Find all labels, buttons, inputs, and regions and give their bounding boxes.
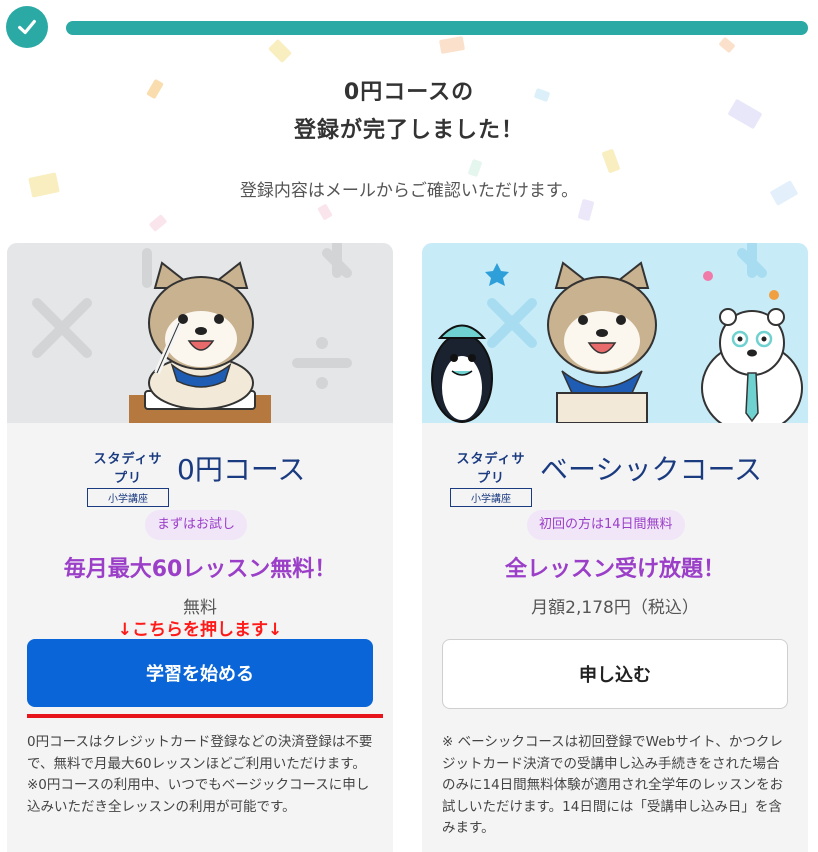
course-note: 0円コースはクレジットカード登録などの決済登録は不要で、無料で月最大60レッスン… — [27, 732, 377, 818]
course-price: 月額2,178円（税込） — [531, 598, 699, 618]
trial-badge: まずはお試し — [145, 510, 248, 540]
confetti — [438, 36, 466, 54]
basic-course-card: スタディサプリ 小学講座 ベーシックコース 初回の方は14日間無料 全レッスン受… — [422, 243, 808, 852]
course-headline: 全レッスン受け放題！ — [504, 557, 725, 582]
confetti — [267, 38, 293, 64]
trial-badge: 初回の方は14日間無料 — [527, 510, 685, 540]
annotation-underline — [27, 714, 383, 718]
page-title-line2: 登録が完了しました！ — [293, 118, 524, 143]
note-paragraph: ※ ベーシックコースは初回登録でWebサイト、かつクレジットカード決済での受講申… — [442, 734, 784, 836]
page-subtitle: 登録内容はメールからご確認いただけます。 — [239, 181, 579, 201]
click-here-annotation: ↓こちらを押します↓ — [117, 620, 283, 640]
progress-bar — [66, 21, 808, 35]
basic-course-illustration — [422, 243, 808, 434]
confetti — [601, 148, 621, 174]
course-name: 0円コース — [177, 453, 306, 486]
confetti — [148, 214, 168, 232]
course-name: ベーシックコース — [540, 453, 763, 486]
start-learning-button[interactable]: 学習を始める — [27, 639, 373, 707]
brand-subtitle: 小学講座 — [87, 488, 169, 507]
free-course-illustration — [7, 243, 393, 423]
confetti — [317, 203, 333, 221]
course-headline: 毎月最大60レッスン無料！ — [63, 557, 337, 582]
confetti — [577, 198, 595, 222]
note-paragraph: 0円コースはクレジットカード登録などの決済登録は不要で、無料で月最大60レッスン… — [27, 734, 373, 772]
apply-button[interactable]: 申し込む — [442, 639, 788, 709]
studysapuri-logo: スタディサプリ 小学講座 — [450, 448, 532, 507]
free-course-card: スタディサプリ 小学講座 0円コース まずはお試し 毎月最大60レッスン無料！ … — [7, 243, 393, 852]
confetti — [718, 36, 736, 54]
brand-subtitle: 小学講座 — [450, 488, 532, 507]
completed-check-icon — [6, 6, 48, 48]
studysapuri-logo: スタディサプリ 小学講座 — [87, 448, 169, 507]
course-note: ※ ベーシックコースは初回登録でWebサイト、かつクレジットカード決済での受講申… — [442, 732, 792, 840]
page-title-line1: 0円コースの — [343, 80, 475, 105]
confetti — [467, 158, 483, 178]
brand-name: スタディサプリ — [93, 452, 163, 486]
brand-name: スタディサプリ — [456, 452, 526, 486]
note-paragraph: ※0円コースの利用中、いつでもベージックコースに申し込みいただき全レッスンの利用… — [27, 777, 370, 815]
